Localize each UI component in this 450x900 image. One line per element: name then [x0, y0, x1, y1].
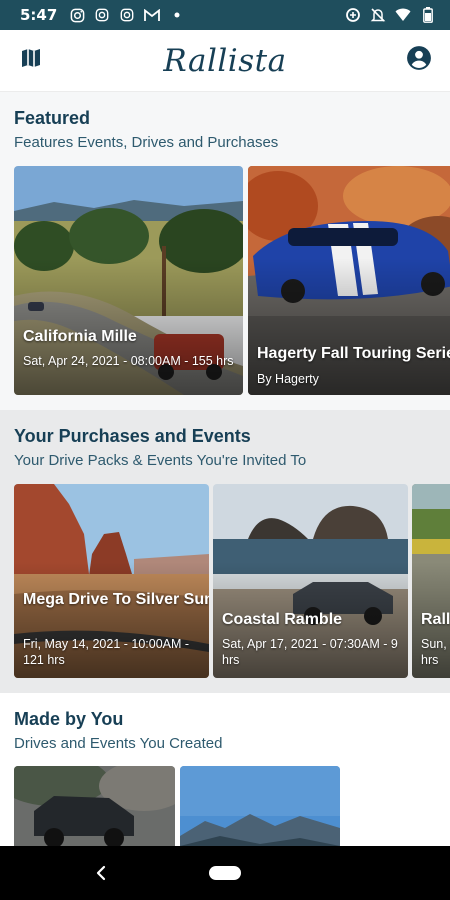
purchases-section: Your Purchases and Events Your Drive Pac…	[0, 410, 450, 693]
featured-card-hagerty[interactable]: Hagerty Fall Touring Series By Hagerty	[248, 166, 450, 395]
status-time: 5:47	[20, 6, 58, 24]
section-subtitle: Your Drive Packs & Events You're Invited…	[14, 452, 307, 469]
instagram-icon	[69, 7, 85, 23]
map-icon	[19, 46, 43, 75]
section-title: Made by You	[14, 709, 124, 729]
section-subtitle: Features Events, Drives and Purchases	[14, 134, 279, 151]
card-image	[14, 766, 175, 856]
card-subtitle: Sat, Apr 17, 2021 - 07:30AM - 9 hrs	[222, 637, 398, 667]
featured-card-california-mille[interactable]: California Mille Sat, Apr 24, 2021 - 08:…	[14, 166, 243, 395]
app-bar: Rallista	[0, 30, 450, 92]
card-title: California Mille	[23, 328, 137, 345]
card-title: Rally	[421, 611, 450, 628]
section-title: Your Purchases and Events	[14, 426, 251, 446]
app-logo: Rallista	[163, 42, 287, 79]
purchase-card-rally[interactable]: Rally Sun, - 5 hrs	[412, 484, 450, 678]
gmail-icon	[144, 7, 161, 23]
back-chevron-icon[interactable]	[90, 861, 112, 885]
wifi-icon	[395, 7, 411, 23]
card-subtitle: By Hagerty	[257, 372, 319, 386]
status-bar: 5:47	[0, 0, 450, 30]
system-nav-bar	[0, 846, 450, 900]
section-title: Featured	[14, 108, 91, 128]
card-image	[180, 766, 340, 856]
card-title: Mega Drive To Silver Summit	[23, 591, 209, 608]
featured-section: Featured Features Events, Drives and Pur…	[0, 92, 450, 410]
purchase-card-coastal-ramble[interactable]: Coastal Ramble Sat, Apr 17, 2021 - 07:30…	[213, 484, 408, 678]
card-subtitle: Sat, Apr 24, 2021 - 08:00AM - 155 hrs	[23, 354, 234, 368]
card-subtitle: Sun, - 5 hrs	[421, 637, 450, 667]
card-title: Coastal Ramble	[222, 611, 343, 628]
instagram-icon	[119, 7, 135, 23]
card-subtitle: Fri, May 14, 2021 - 10:00AM - 121 hrs	[23, 637, 190, 667]
mute-icon	[370, 7, 386, 23]
card-title: Hagerty Fall Touring Series	[257, 345, 450, 362]
account-button[interactable]	[404, 46, 434, 76]
dot-icon	[169, 7, 185, 23]
made-by-you-section: Made by You Drives and Events You Create…	[0, 693, 450, 856]
instagram-icon	[94, 7, 110, 23]
home-pill-icon[interactable]	[209, 866, 241, 880]
data-saver-icon	[345, 7, 361, 23]
section-subtitle: Drives and Events You Created	[14, 735, 223, 752]
battery-icon	[420, 7, 436, 23]
map-button[interactable]	[16, 46, 46, 76]
created-card-2[interactable]	[180, 766, 340, 856]
account-icon	[406, 45, 432, 76]
purchase-card-mega-drive[interactable]: Mega Drive To Silver Summit Fri, May 14,…	[14, 484, 209, 678]
created-card-1[interactable]	[14, 766, 175, 856]
